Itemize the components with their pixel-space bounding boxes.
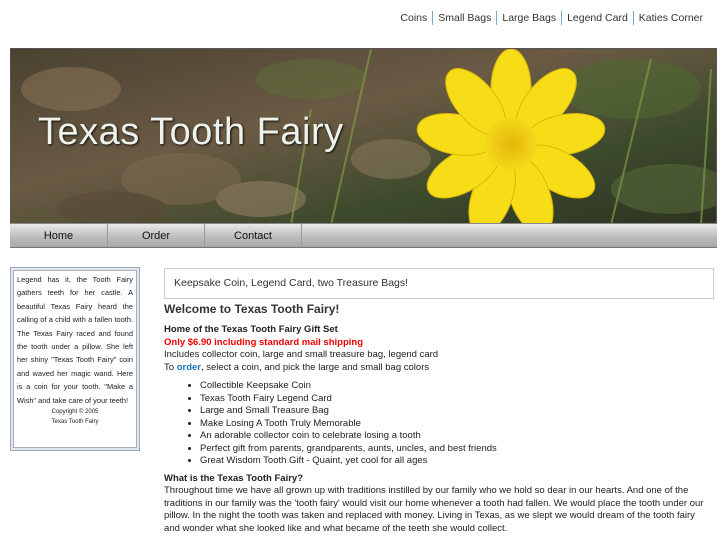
topnav-coins[interactable]: Coins [395,11,432,25]
topnav-legend-card[interactable]: Legend Card [561,11,633,25]
legend-text: Legend has it, the Tooth Fairy gathers t… [17,275,133,405]
list-item: Collectible Keepsake Coin [200,380,716,393]
copyright: Copyright © 2005 [51,409,99,416]
price-text: Only $6.90 including standard mail shipp… [164,336,364,348]
topnav-large-bags[interactable]: Large Bags [496,11,561,25]
body-text: Throughout time we have all grown up wit… [164,485,704,534]
welcome-heading: Welcome to Texas Tooth Fairy! [164,302,340,316]
header-banner: Texas Tooth Fairy [10,48,717,224]
nav-home[interactable]: Home [10,224,108,247]
order-prefix: To [164,361,177,373]
keepsake-box: Keepsake Coin, Legend Card, two Treasure… [164,268,714,299]
order-line: To order, select a coin, and pick the la… [164,362,716,375]
main-nav: Home Order Contact [10,223,717,248]
main-content: Welcome to Texas Tooth Fairy! Home of th… [164,302,716,535]
copyright-name: Texas Tooth Fairy [51,419,99,426]
legend-sidebar: Legend has it, the Tooth Fairy gathers t… [10,267,140,451]
question-heading: What is the Texas Tooth Fairy? [164,472,303,484]
nav-order[interactable]: Order [108,224,205,247]
list-item: Great Wisdom Tooth Gift - Quaint, yet co… [200,455,716,468]
list-item: Make Losing A Tooth Truly Memorable [200,418,716,431]
order-suffix: , select a coin, and pick the large and … [200,361,430,373]
features-list: Collectible Keepsake Coin Texas Tooth Fa… [200,380,716,468]
list-item: Perfect gift from parents, grandparents,… [200,443,716,456]
includes-text: Includes collector coin, large and small… [164,349,439,360]
home-of-heading: Home of the Texas Tooth Fairy Gift Set [164,324,338,335]
topnav-small-bags[interactable]: Small Bags [432,11,496,25]
list-item: Large and Small Treasure Bag [200,405,716,418]
list-item: An adorable collector coin to celebrate … [200,430,716,443]
list-item: Texas Tooth Fairy Legend Card [200,393,716,406]
nav-contact[interactable]: Contact [205,224,302,247]
top-nav: Coins Small Bags Large Bags Legend Card … [395,11,708,25]
topnav-katies-corner[interactable]: Katies Corner [632,11,708,25]
site-title: Texas Tooth Fairy [38,111,344,153]
order-link[interactable]: order [177,362,201,373]
